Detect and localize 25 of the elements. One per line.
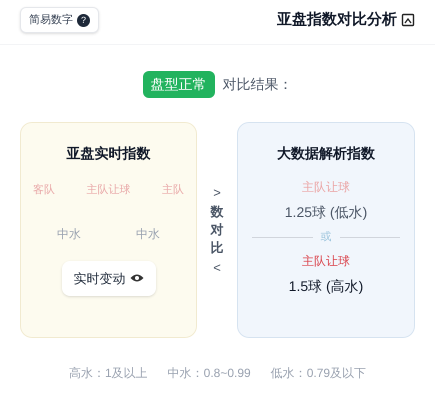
separator-label: 或	[320, 230, 332, 245]
help-button[interactable]: 简易数字 ?	[20, 6, 99, 34]
legend-item: 低水：0.79及以下	[270, 365, 366, 382]
option-value: 1.25球 (低水)	[284, 203, 368, 222]
option-label: 主队让球	[302, 252, 350, 270]
option-label: 主队让球	[302, 179, 350, 196]
chevron-icon: >	[213, 186, 221, 199]
chevron-icon: <	[213, 261, 221, 274]
card-title: 大数据解析指数	[277, 144, 375, 163]
option-value: 1.5球 (高水)	[288, 276, 364, 296]
column-label: 客队	[33, 182, 55, 198]
eye-icon	[130, 273, 144, 284]
water-level: 中水	[136, 226, 160, 242]
legend-item: 中水：0.8~0.99	[168, 365, 251, 382]
compare-label: 数对比	[210, 202, 224, 258]
column-label: 主队让球	[86, 182, 130, 198]
help-icon: ?	[77, 14, 90, 26]
water-level: 中水	[57, 226, 81, 242]
result-badge: 盘型正常	[142, 71, 214, 98]
card-title: 亚盘实时指数	[66, 144, 150, 163]
column-label: 主队	[162, 182, 184, 198]
live-change-button[interactable]: 实时变动	[62, 260, 156, 296]
legend-item: 高水：1及以上	[68, 365, 148, 382]
result-label: 对比结果：	[222, 75, 292, 94]
page-title: 亚盘指数对比分析	[277, 10, 397, 30]
